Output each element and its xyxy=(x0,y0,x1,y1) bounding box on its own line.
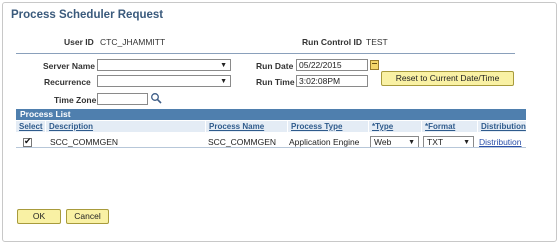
run-date-input[interactable]: 05/22/2015 xyxy=(296,59,368,71)
server-name-label: Server Name xyxy=(43,61,95,71)
search-icon[interactable] xyxy=(150,92,162,104)
reset-datetime-button[interactable]: Reset to Current Date/Time xyxy=(381,71,514,86)
user-id-value: CTC_JHAMMITT xyxy=(100,37,166,47)
column-description[interactable]: Description xyxy=(46,121,206,132)
select-checkbox[interactable]: ✔ xyxy=(23,136,32,147)
run-time-label: Run Time xyxy=(256,77,295,87)
process-list-columns: Select Description Process Name Process … xyxy=(16,121,526,132)
user-id-label: User ID xyxy=(64,37,94,47)
run-date-label: Run Date xyxy=(256,61,294,71)
page-title: Process Scheduler Request xyxy=(11,9,164,21)
column-format[interactable]: *Format xyxy=(422,121,478,132)
time-zone-input[interactable] xyxy=(97,93,148,105)
time-zone-label: Time Zone xyxy=(54,95,97,105)
header-divider xyxy=(16,53,515,54)
run-control-id-label: Run Control ID xyxy=(302,37,362,47)
column-process-type[interactable]: Process Type xyxy=(288,121,369,132)
check-icon: ✔ xyxy=(24,136,32,146)
column-process-name[interactable]: Process Name xyxy=(206,121,288,132)
column-select[interactable]: Select xyxy=(16,121,46,132)
process-list-header: Process List xyxy=(16,109,526,120)
run-time-input[interactable]: 3:02:08PM xyxy=(296,75,368,87)
run-control-id-value: TEST xyxy=(366,37,388,47)
chevron-down-icon: ▼ xyxy=(220,62,227,69)
ok-button[interactable]: OK xyxy=(17,209,61,224)
recurrence-label: Recurrence xyxy=(44,77,91,87)
run-date-value: 05/22/2015 xyxy=(299,60,342,70)
calendar-icon[interactable] xyxy=(370,60,379,70)
run-time-value: 3:02:08PM xyxy=(299,76,341,86)
cancel-button[interactable]: Cancel xyxy=(66,209,109,224)
row-divider xyxy=(16,147,526,148)
chevron-down-icon: ▼ xyxy=(220,78,227,85)
server-name-select[interactable]: ▼ xyxy=(97,59,231,71)
column-type[interactable]: *Type xyxy=(369,121,422,132)
column-distribution[interactable]: Distribution xyxy=(478,121,526,132)
recurrence-select[interactable]: ▼ xyxy=(97,75,231,87)
